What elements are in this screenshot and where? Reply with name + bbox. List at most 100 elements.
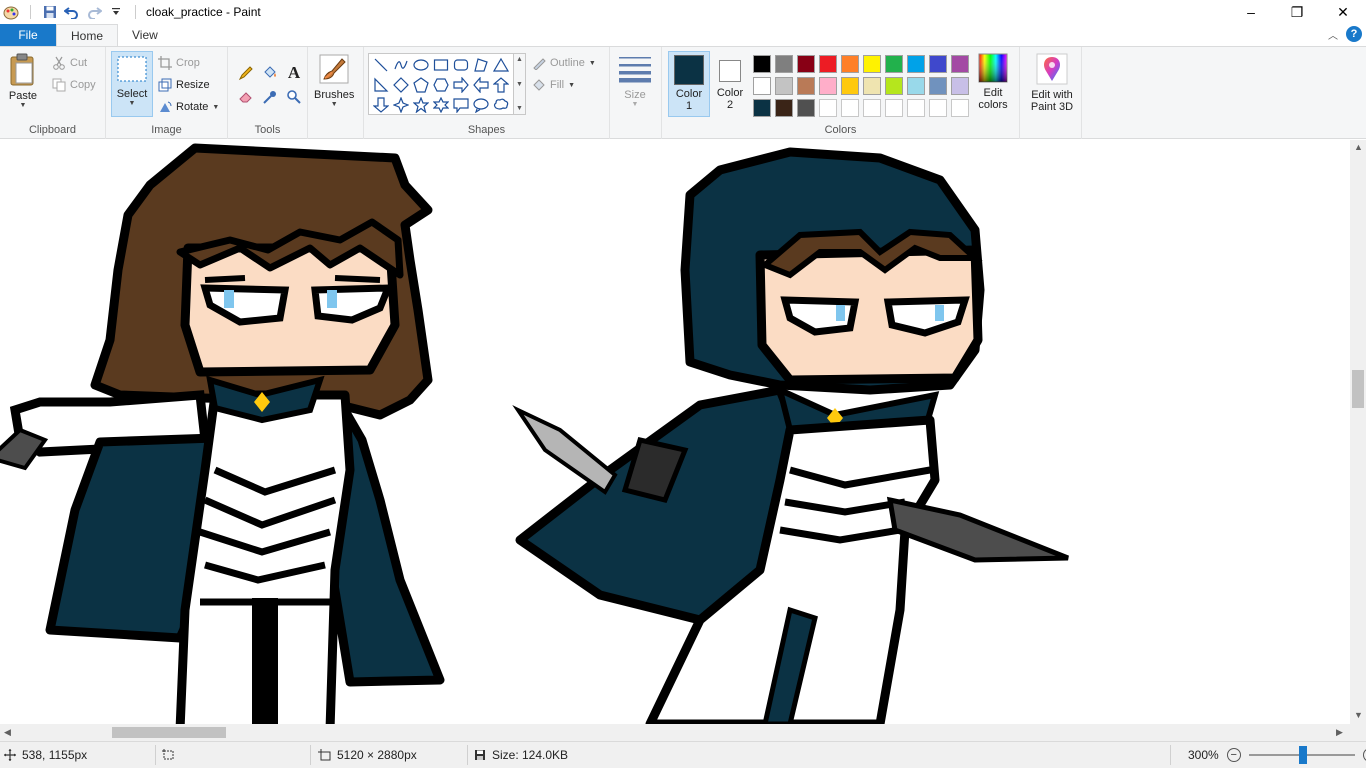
pencil-icon[interactable] (234, 61, 258, 85)
gallery-expand-icon[interactable]: ▼ (516, 105, 523, 112)
oval-callout-shape-icon[interactable] (471, 95, 491, 115)
palette-swatch[interactable] (819, 77, 837, 95)
rect-callout-shape-icon[interactable] (451, 95, 471, 115)
vertical-scroll-thumb[interactable] (1352, 370, 1364, 408)
undo-icon[interactable] (63, 3, 81, 21)
palette-swatch[interactable] (951, 99, 969, 117)
scroll-down-icon[interactable]: ▼ (1354, 710, 1363, 720)
help-button[interactable]: ? (1346, 26, 1362, 42)
paste-button[interactable]: Paste ▼ (8, 53, 38, 109)
palette-swatch[interactable] (797, 55, 815, 73)
color-picker-icon[interactable] (258, 85, 282, 109)
scroll-left-icon[interactable]: ◀ (4, 727, 11, 738)
chevron-up-icon[interactable]: ▲ (516, 56, 523, 63)
palette-swatch[interactable] (797, 99, 815, 117)
edit-with-paint3d-button[interactable]: Edit with Paint 3D (1024, 53, 1080, 113)
scroll-up-icon[interactable]: ▲ (1354, 142, 1363, 152)
maximize-button[interactable]: ❐ (1274, 0, 1320, 24)
palette-swatch[interactable] (753, 77, 771, 95)
brushes-button[interactable]: Brushes ▼ (314, 53, 354, 108)
palette-swatch[interactable] (951, 55, 969, 73)
tab-file[interactable]: File (0, 24, 56, 46)
horizontal-scroll-thumb[interactable] (112, 727, 226, 738)
palette-swatch[interactable] (841, 77, 859, 95)
paint-app-icon[interactable] (2, 3, 20, 21)
collapse-ribbon-icon[interactable]: ︿ (1328, 27, 1338, 42)
palette-swatch[interactable] (797, 77, 815, 95)
copy-button[interactable]: Copy (52, 75, 96, 95)
five-point-star-shape-icon[interactable] (411, 95, 431, 115)
down-arrow-shape-icon[interactable] (371, 95, 391, 115)
tab-view[interactable]: View (118, 24, 172, 46)
vertical-scrollbar[interactable]: ▲ ▼ (1350, 140, 1366, 724)
palette-swatch[interactable] (819, 55, 837, 73)
text-tool-icon[interactable]: A (282, 61, 306, 85)
palette-swatch[interactable] (951, 77, 969, 95)
rounded-rectangle-shape-icon[interactable] (451, 55, 471, 75)
line-shape-icon[interactable] (371, 55, 391, 75)
select-button[interactable]: Select ▼ (111, 51, 153, 117)
palette-swatch[interactable] (885, 55, 903, 73)
palette-swatch[interactable] (929, 55, 947, 73)
up-arrow-shape-icon[interactable] (491, 75, 511, 95)
curve-shape-icon[interactable] (391, 55, 411, 75)
oval-shape-icon[interactable] (411, 55, 431, 75)
six-point-star-shape-icon[interactable] (431, 95, 451, 115)
close-button[interactable]: ✕ (1320, 0, 1366, 24)
fill-button[interactable]: Fill ▼ (532, 75, 575, 95)
save-icon[interactable] (41, 3, 59, 21)
cut-button[interactable]: Cut (52, 53, 87, 73)
palette-swatch[interactable] (841, 99, 859, 117)
hexagon-shape-icon[interactable] (431, 75, 451, 95)
color1-button[interactable]: Color 1 (668, 51, 710, 117)
size-button[interactable]: Size ▼ (618, 55, 652, 108)
polygon-shape-icon[interactable] (471, 55, 491, 75)
left-arrow-shape-icon[interactable] (471, 75, 491, 95)
palette-swatch[interactable] (863, 99, 881, 117)
palette-swatch[interactable] (819, 99, 837, 117)
scroll-right-icon[interactable]: ▶ (1336, 727, 1343, 738)
triangle-shape-icon[interactable] (491, 55, 511, 75)
tab-home[interactable]: Home (56, 24, 119, 47)
chevron-down-icon[interactable]: ▼ (516, 81, 523, 88)
eraser-icon[interactable] (234, 85, 258, 109)
edit-colors-button[interactable]: Edit colors (974, 53, 1012, 111)
resize-button[interactable]: Resize (158, 75, 210, 95)
customize-toolbar-icon[interactable] (107, 3, 125, 21)
magnifier-icon[interactable] (282, 85, 306, 109)
pentagon-shape-icon[interactable] (411, 75, 431, 95)
palette-swatch[interactable] (907, 55, 925, 73)
color2-button[interactable]: Color 2 (714, 51, 746, 117)
crop-button[interactable]: Crop (158, 53, 200, 73)
drawing-canvas[interactable] (0, 140, 1350, 724)
zoom-slider[interactable] (1248, 746, 1355, 764)
palette-swatch[interactable] (885, 99, 903, 117)
zoom-slider-thumb[interactable] (1298, 746, 1307, 764)
rectangle-shape-icon[interactable] (431, 55, 451, 75)
right-arrow-shape-icon[interactable] (451, 75, 471, 95)
diamond-shape-icon[interactable] (391, 75, 411, 95)
palette-swatch[interactable] (841, 55, 859, 73)
palette-swatch[interactable] (907, 77, 925, 95)
shapes-gallery-scroll[interactable]: ▲ ▼ ▼ (514, 53, 526, 115)
redo-icon[interactable] (85, 3, 103, 21)
palette-swatch[interactable] (863, 55, 881, 73)
horizontal-scrollbar[interactable]: ◀ ▶ (0, 724, 1350, 741)
palette-swatch[interactable] (885, 77, 903, 95)
palette-swatch[interactable] (753, 99, 771, 117)
palette-swatch[interactable] (929, 99, 947, 117)
palette-swatch[interactable] (775, 55, 793, 73)
palette-swatch[interactable] (907, 99, 925, 117)
fill-bucket-icon[interactable] (258, 61, 282, 85)
palette-swatch[interactable] (775, 99, 793, 117)
cloud-callout-shape-icon[interactable] (491, 95, 511, 115)
zoom-out-button[interactable]: − (1226, 748, 1241, 762)
right-triangle-shape-icon[interactable] (371, 75, 391, 95)
minimize-button[interactable]: – (1228, 0, 1274, 24)
palette-swatch[interactable] (863, 77, 881, 95)
four-point-star-shape-icon[interactable] (391, 95, 411, 115)
palette-swatch[interactable] (775, 77, 793, 95)
outline-button[interactable]: Outline ▼ (532, 53, 596, 73)
palette-swatch[interactable] (929, 77, 947, 95)
palette-swatch[interactable] (753, 55, 771, 73)
